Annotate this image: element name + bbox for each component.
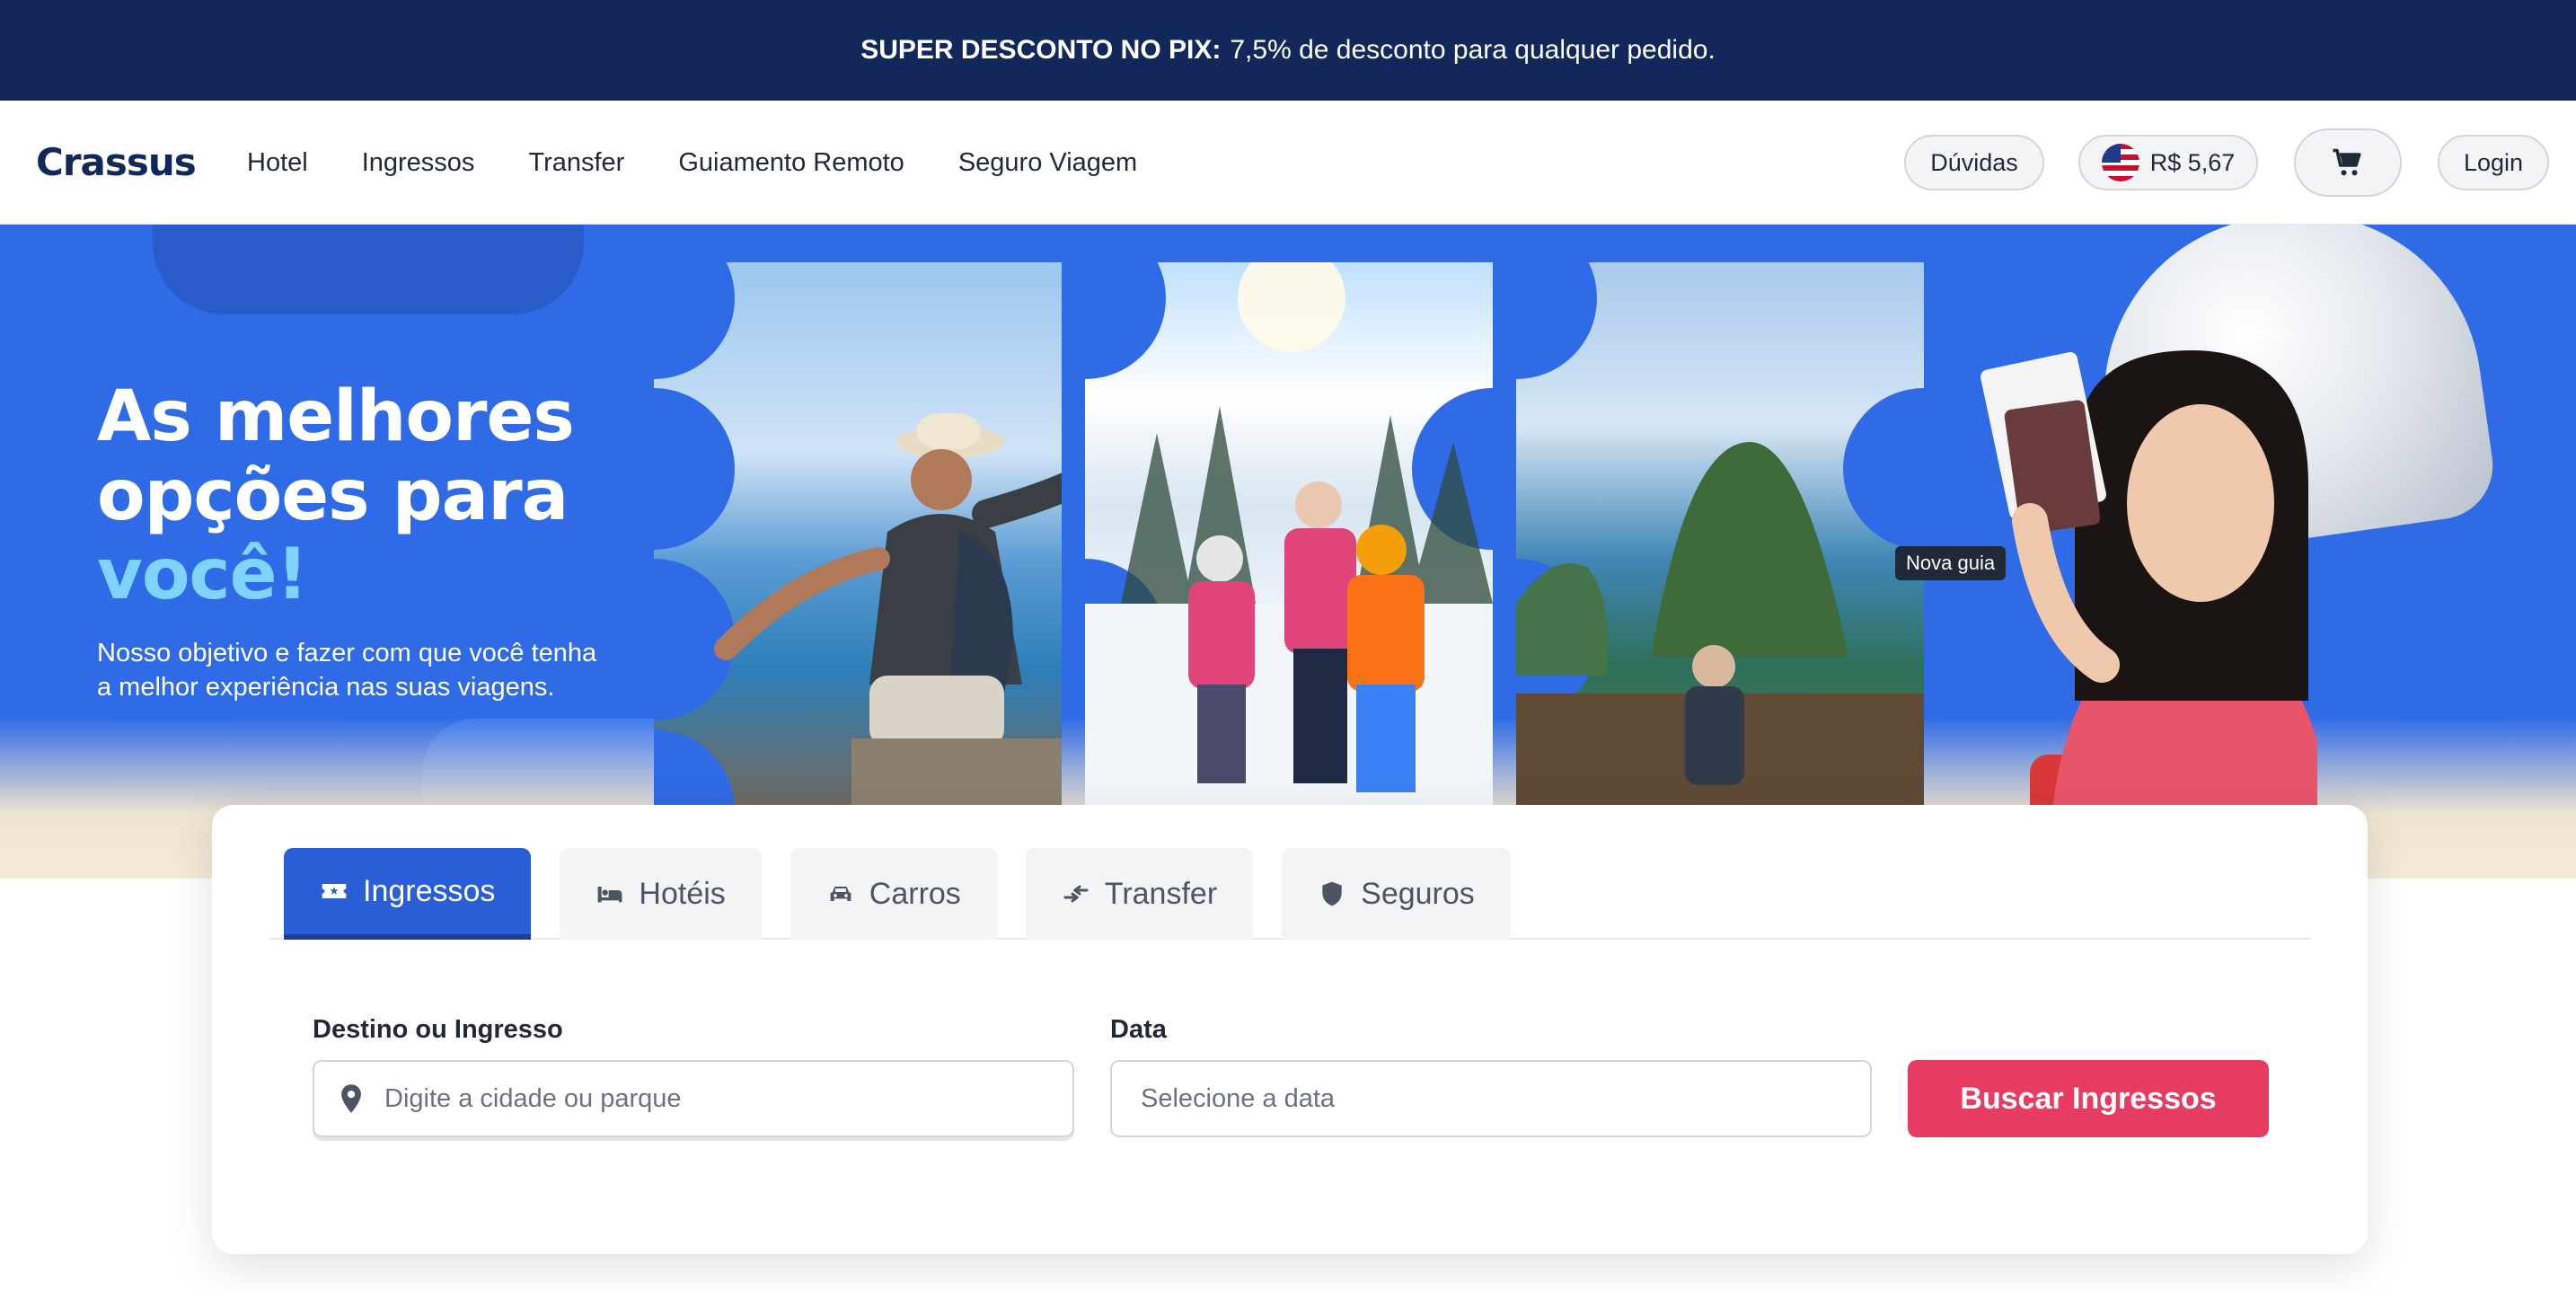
destination-label: Destino ou Ingresso [313,1015,563,1044]
shield-icon [1322,881,1342,906]
tab-label: Seguros [1361,876,1475,911]
hero-woman-passport [1981,350,2317,879]
car-icon [830,887,851,901]
currency-label: R$ 5,67 [2149,148,2236,176]
bed-icon [598,887,622,903]
search-button[interactable]: Buscar Ingressos [1908,1060,2269,1137]
hero-photo-cliff [1516,262,1924,805]
main-nav: Hotel Ingressos Transfer Guiamento Remot… [247,101,1137,225]
us-flag-icon [2101,144,2139,181]
destination-field[interactable]: Digite a cidade ou parque [313,1060,1074,1137]
logo-text: Crassus [36,140,197,184]
hero-banner: As melhores opções para você! Nosso obje… [0,225,2576,879]
tab-hoteis[interactable]: Hotéis [560,848,762,940]
date-input[interactable]: Selecione a data [1141,1084,1335,1114]
hero-title-highlight: você! [97,535,308,615]
nav-hotel[interactable]: Hotel [247,148,308,178]
destination-input[interactable]: Digite a cidade ou parque [384,1084,682,1114]
hero-photo-skiers [1085,262,1493,805]
tab-seguros[interactable]: Seguros [1282,848,1511,940]
ticket-icon [322,884,347,898]
hero-photo-traveler [654,262,1062,805]
currency-button[interactable]: R$ 5,67 [2078,135,2258,190]
date-field[interactable]: Selecione a data [1110,1060,1872,1137]
tab-carros[interactable]: Carros [790,848,997,940]
search-tabs: Ingressos Hotéis Carros Transfer Seguros [269,848,2310,940]
logo[interactable]: Crassus [36,140,197,184]
site-header: Crassus Hotel Ingressos Transfer Guiamen… [0,101,2576,225]
tab-transfer[interactable]: Transfer [1025,848,1254,940]
faq-button[interactable]: Dúvidas [1904,135,2044,190]
hero-title-line1: As melhores [97,376,575,457]
hero-title-line2: opções para [97,455,569,536]
transfer-icon [1063,885,1089,903]
hero-subtitle: Nosso objetivo e fazer com que você tenh… [97,639,597,702]
cart-button[interactable] [2294,128,2402,197]
nav-ingressos[interactable]: Ingressos [362,148,475,178]
nav-transfer[interactable]: Transfer [528,148,624,178]
tab-ingressos[interactable]: Ingressos [284,848,532,940]
date-label: Data [1110,1015,1167,1044]
cart-icon [2333,148,2361,176]
tab-label: Carros [869,876,961,911]
nav-seguro-viagem[interactable]: Seguro Viagem [958,148,1137,178]
login-label: Login [2463,148,2524,176]
tab-label: Hotéis [639,876,726,911]
faq-label: Dúvidas [1930,148,2018,176]
decorative-bubble [153,225,584,314]
promo-banner: SUPER DESCONTO NO PIX: 7,5% de desconto … [0,0,2576,101]
nav-guiamento-remoto[interactable]: Guiamento Remoto [678,148,904,178]
tab-label: Ingressos [363,873,496,908]
login-button[interactable]: Login [2438,135,2549,190]
tab-label: Transfer [1104,876,1218,911]
hero-title: As melhores opções para você! [97,376,575,615]
promo-bold: SUPER DESCONTO NO PIX: [860,35,1222,65]
promo-text: 7,5% de desconto para qualquer pedido. [1230,35,1716,65]
location-pin-icon [341,1084,361,1113]
search-card: Ingressos Hotéis Carros Transfer Seguros… [212,805,2368,1254]
